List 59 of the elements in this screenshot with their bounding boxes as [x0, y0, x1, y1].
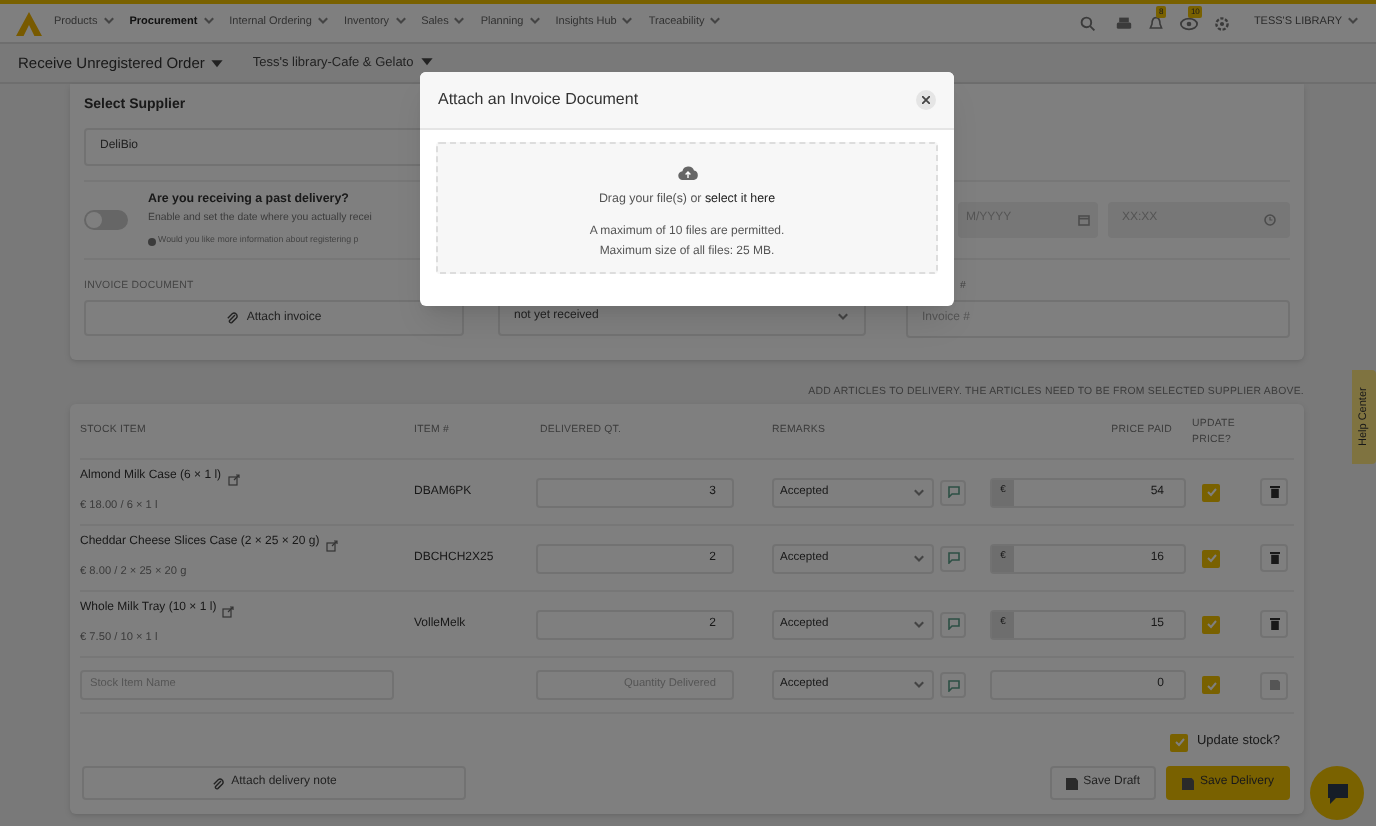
caret-icon: [393, 14, 408, 29]
external-link-icon[interactable]: [222, 606, 235, 619]
caret-icon: [315, 14, 330, 29]
calendar-icon: [1078, 213, 1090, 225]
checkbox[interactable]: [1202, 615, 1220, 633]
checkbox[interactable]: [1202, 549, 1220, 567]
caret-icon: [101, 14, 116, 29]
chat-icon: [1325, 782, 1349, 804]
caret-icon: [912, 551, 926, 565]
checkbox[interactable]: [1202, 483, 1220, 501]
caret-icon: [836, 309, 850, 323]
logo-icon[interactable]: [16, 11, 42, 35]
close-button[interactable]: [916, 90, 936, 110]
bell-icon[interactable]: [1147, 15, 1164, 31]
modal-title: Attach an Invoice Document: [438, 88, 639, 112]
caret-icon: [620, 14, 635, 29]
floppy-icon: [1181, 777, 1194, 789]
trash-icon: [1269, 618, 1279, 630]
external-link-icon[interactable]: [227, 474, 240, 487]
caret-icon: [527, 14, 542, 29]
caret-icon: [201, 14, 216, 29]
info-icon: [148, 237, 156, 246]
comment-icon: [947, 486, 959, 498]
checkbox[interactable]: [1202, 676, 1220, 694]
delete-button[interactable]: [1260, 610, 1288, 638]
caret-icon: [912, 485, 926, 499]
caret-icon: [210, 56, 225, 71]
trash-icon: [1269, 552, 1279, 564]
comment-icon: [947, 679, 959, 691]
close-icon: [922, 96, 930, 104]
floppy-icon: [1269, 680, 1279, 690]
save-row-button[interactable]: [1260, 671, 1288, 699]
paperclip-icon: [226, 312, 239, 325]
settings-icon[interactable]: [1213, 15, 1230, 31]
comment-button[interactable]: [940, 545, 966, 571]
trash-icon: [1269, 486, 1279, 498]
comment-icon: [947, 552, 959, 564]
caret-icon: [708, 14, 723, 29]
printer-icon[interactable]: [1115, 15, 1132, 31]
caret-icon: [1346, 14, 1360, 29]
caret-icon: [912, 678, 926, 692]
checkbox[interactable]: [1170, 733, 1189, 751]
comment-icon: [947, 618, 959, 630]
eye-icon[interactable]: [1179, 15, 1198, 31]
caret-icon: [452, 14, 467, 29]
comment-button[interactable]: [940, 611, 966, 637]
cloud-upload-icon: [677, 166, 697, 180]
delete-button[interactable]: [1260, 478, 1288, 506]
delete-button[interactable]: [1260, 544, 1288, 572]
clock-icon: [1264, 213, 1276, 225]
toggle-switch[interactable]: [84, 209, 128, 229]
comment-button[interactable]: [940, 672, 966, 698]
external-link-icon[interactable]: [325, 540, 338, 553]
comment-button[interactable]: [940, 479, 966, 505]
chat-button[interactable]: [1310, 766, 1364, 820]
paperclip-icon: [211, 777, 224, 789]
search-icon[interactable]: [1079, 15, 1096, 31]
caret-icon: [912, 617, 926, 631]
floppy-icon: [1065, 777, 1078, 789]
